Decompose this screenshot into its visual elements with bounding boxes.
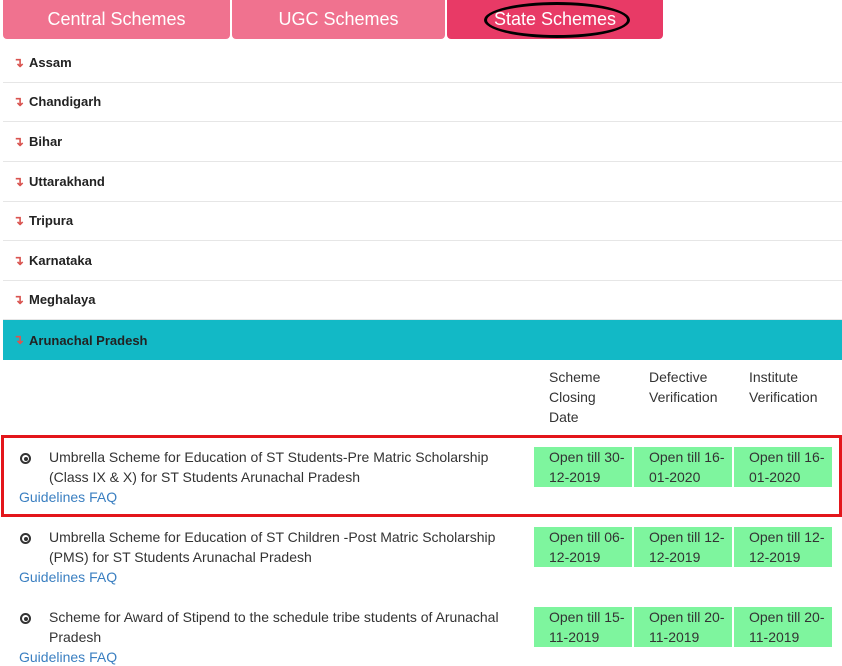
radio-button[interactable] bbox=[20, 533, 31, 544]
state-name: Chandigarh bbox=[29, 94, 102, 109]
tab-label: UGC Schemes bbox=[278, 9, 399, 29]
state-item-bihar[interactable]: ↴ Bihar bbox=[3, 122, 842, 162]
state-name: Bihar bbox=[29, 134, 63, 149]
scheme-links: Guidelines FAQ bbox=[19, 647, 121, 666]
state-item-tripura[interactable]: ↴ Tripura bbox=[3, 201, 842, 241]
radio-button[interactable] bbox=[20, 613, 31, 624]
guidelines-link[interactable]: Guidelines bbox=[19, 649, 85, 665]
scheme-row: Umbrella Scheme for Education of ST Chil… bbox=[0, 517, 842, 597]
state-name: Karnataka bbox=[29, 253, 92, 268]
state-item-meghalaya[interactable]: ↴ Meghalaya bbox=[3, 280, 842, 320]
tab-label: Central Schemes bbox=[47, 9, 186, 29]
state-item-uttarakhand[interactable]: ↴ Uttarakhand bbox=[3, 162, 842, 202]
scheme-title: Umbrella Scheme for Education of ST Chil… bbox=[49, 529, 496, 565]
column-header-institute-verification: Institute Verification bbox=[749, 369, 818, 405]
highlight-box-annotation bbox=[1, 435, 842, 517]
state-item-assam[interactable]: ↴ Assam bbox=[3, 43, 842, 83]
arrow-down-icon: ↴ bbox=[13, 173, 24, 189]
arrow-down-icon: ↴ bbox=[13, 252, 24, 268]
state-name: Uttarakhand bbox=[29, 174, 105, 189]
scheme-row: Scheme for Award of Stipend to the sched… bbox=[0, 597, 842, 666]
arrow-down-icon: ↴ bbox=[13, 291, 24, 307]
faq-link[interactable]: FAQ bbox=[89, 649, 117, 665]
column-header-defective-verification: Defective Verification bbox=[649, 369, 718, 405]
hand-drawn-circle-annotation bbox=[484, 2, 630, 38]
state-name: Tripura bbox=[29, 213, 74, 228]
tab-ugc-schemes[interactable]: UGC Schemes bbox=[232, 0, 445, 39]
scheme-title: Scheme for Award of Stipend to the sched… bbox=[49, 609, 499, 645]
state-name: Assam bbox=[29, 55, 72, 70]
institute-verification-cell: Open till 20-11-2019 bbox=[734, 607, 832, 647]
arrow-down-icon: ↴ bbox=[13, 212, 24, 228]
state-item-arunachal-pradesh[interactable]: ↴ Arunachal Pradesh bbox=[3, 320, 842, 360]
arrow-down-icon: ↴ bbox=[13, 54, 24, 70]
state-name: Meghalaya bbox=[29, 292, 96, 307]
closing-date-cell: Open till 15-11-2019 bbox=[534, 607, 632, 647]
state-name: Arunachal Pradesh bbox=[29, 332, 148, 348]
scheme-tabs: Central Schemes UGC Schemes State Scheme… bbox=[0, 0, 842, 39]
defective-verification-cell: Open till 20-11-2019 bbox=[634, 607, 732, 647]
state-item-chandigarh[interactable]: ↴ Chandigarh bbox=[3, 82, 842, 122]
faq-link[interactable]: FAQ bbox=[89, 569, 117, 585]
arrow-down-icon: ↴ bbox=[13, 133, 24, 149]
institute-verification-cell: Open till 12-12-2019 bbox=[734, 527, 832, 567]
tab-central-schemes[interactable]: Central Schemes bbox=[3, 0, 230, 39]
guidelines-link[interactable]: Guidelines bbox=[19, 569, 85, 585]
state-item-karnataka[interactable]: ↴ Karnataka bbox=[3, 241, 842, 281]
tab-state-schemes[interactable]: State Schemes bbox=[447, 0, 663, 39]
arrow-down-icon: ↴ bbox=[13, 332, 24, 347]
column-header-closing-date: Scheme Closing Date bbox=[549, 369, 601, 425]
closing-date-cell: Open till 06-12-2019 bbox=[534, 527, 632, 567]
arrow-down-icon: ↴ bbox=[13, 93, 24, 109]
scheme-links: Guidelines FAQ bbox=[19, 567, 121, 587]
defective-verification-cell: Open till 12-12-2019 bbox=[634, 527, 732, 567]
